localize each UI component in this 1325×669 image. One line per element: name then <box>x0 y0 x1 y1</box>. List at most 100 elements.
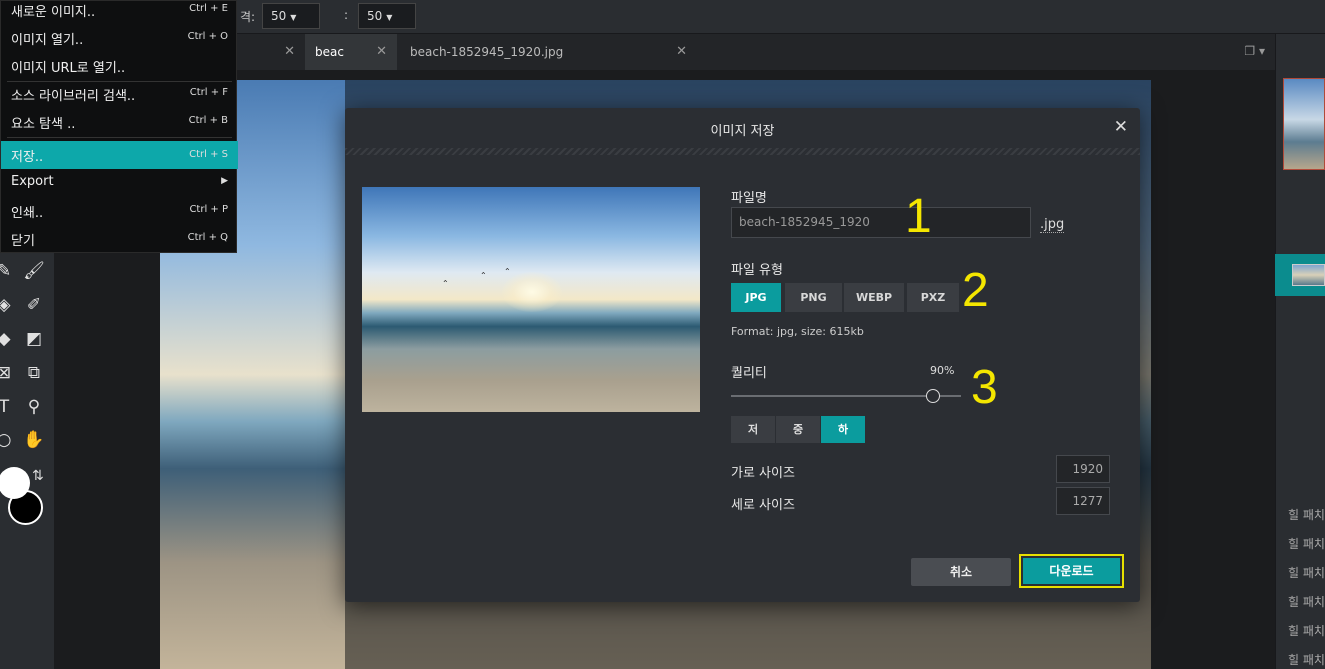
height-label: 세로 사이즈 <box>731 498 795 513</box>
width-label: 가로 사이즈 <box>731 466 795 481</box>
pencil-icon[interactable]: ✎ <box>0 259 16 283</box>
menu-item-save[interactable]: 저장.. Ctrl + S <box>1 141 238 169</box>
option-select-1[interactable]: 50 ▼ <box>262 3 320 29</box>
close-icon[interactable]: ✕ <box>376 34 387 70</box>
chevron-down-icon: ▼ <box>386 13 393 22</box>
close-icon[interactable]: ✕ <box>676 34 687 70</box>
image-preview: ⌃ ⌃ ⌃ <box>362 187 700 412</box>
history-item[interactable]: 힐 패치 <box>1288 651 1325 668</box>
menu-item-label: 닫기 <box>11 234 35 249</box>
menu-item-label: 이미지 URL로 열기.. <box>11 61 126 76</box>
quality-value: 90% <box>930 364 955 377</box>
menu-item-new-image[interactable]: 새로운 이미지.. Ctrl + E <box>1 0 238 23</box>
clone-icon[interactable]: ⧉ <box>22 361 46 385</box>
annotation-number: 2 <box>962 264 989 317</box>
quality-label: 퀄리티 <box>731 366 767 381</box>
menu-item-shortcut: Ctrl + E <box>189 3 228 14</box>
menu-item-export[interactable]: Export ▶ <box>1 170 238 196</box>
filetype-pxz-button[interactable]: PXZ <box>907 283 959 312</box>
eraser-icon[interactable]: ◈ <box>0 293 16 317</box>
chevron-down-icon: ▼ <box>290 13 297 22</box>
menu-item-shortcut: Ctrl + S <box>189 149 228 160</box>
menu-item-close[interactable]: 닫기 Ctrl + Q <box>1 226 238 252</box>
save-image-dialog: 이미지 저장 ✕ ⌃ ⌃ ⌃ 파일명 beach-1852945_1920 .j… <box>345 108 1140 602</box>
menu-item-label: 이미지 열기.. <box>11 33 84 48</box>
bucket-icon[interactable]: ◆ <box>0 327 16 351</box>
menu-separator <box>7 137 232 138</box>
history-item[interactable]: 힐 패치 <box>1288 506 1325 523</box>
download-button[interactable]: 다운로드 <box>1023 558 1120 584</box>
navigator-thumbnail[interactable] <box>1283 78 1325 170</box>
filetype-png-button[interactable]: PNG <box>785 283 842 312</box>
menu-item-shortcut: Ctrl + P <box>189 204 228 215</box>
filetype-label: 파일 유형 <box>731 263 783 278</box>
close-icon[interactable]: ✕ <box>284 34 295 70</box>
file-menu: 새로운 이미지.. Ctrl + E 이미지 열기.. Ctrl + O 이미지… <box>0 0 238 253</box>
menu-item-print[interactable]: 인쇄.. Ctrl + P <box>1 198 238 224</box>
menu-item-label: 요소 탐색 .. <box>11 117 76 132</box>
document-tabs: ✕ beac ✕ beach-1852945_1920.jpg ✕ ❐ ▾ <box>237 34 1275 70</box>
layer-thumbnail <box>1292 264 1325 286</box>
menu-item-browse-elements[interactable]: 요소 탐색 .. Ctrl + B <box>1 109 238 135</box>
chevron-right-icon: ▶ <box>221 176 228 186</box>
menu-item-shortcut: Ctrl + B <box>188 115 228 126</box>
dialog-title: 이미지 저장 <box>710 124 775 139</box>
history-item[interactable]: 힐 패치 <box>1288 622 1325 639</box>
swap-colors-icon[interactable]: ⇅ <box>32 468 44 484</box>
hand-icon[interactable]: ✋ <box>22 428 46 452</box>
eyedropper-icon[interactable]: ⚲ <box>22 395 46 419</box>
text-icon[interactable]: T <box>0 395 16 419</box>
dialog-header: 이미지 저장 ✕ <box>345 108 1140 148</box>
option-select-value: 50 <box>367 9 383 23</box>
close-icon[interactable]: ✕ <box>1114 117 1128 137</box>
menu-item-search-library[interactable]: 소스 라이브러리 검색.. Ctrl + F <box>1 81 238 107</box>
history-item[interactable]: 힐 패치 <box>1288 535 1325 552</box>
quality-medium-button[interactable]: 중 <box>776 416 820 443</box>
menu-item-label: 저장.. <box>11 150 44 165</box>
quality-low-button[interactable]: 저 <box>731 416 775 443</box>
filetype-jpg-button[interactable]: JPG <box>731 283 781 312</box>
window-layout-icon[interactable]: ❐ ▾ <box>1244 44 1265 58</box>
filename-input[interactable]: beach-1852945_1920 <box>731 207 1031 238</box>
menu-item-label: 소스 라이브러리 검색.. <box>11 89 136 104</box>
preview-sun <box>502 272 562 312</box>
shape-icon[interactable]: ⊠ <box>0 361 16 385</box>
file-extension: .jpg <box>1040 217 1065 233</box>
width-input[interactable]: 1920 <box>1056 455 1110 483</box>
tab-document-3[interactable]: beach-1852945_1920.jpg ✕ <box>400 34 697 70</box>
cancel-button[interactable]: 취소 <box>911 558 1011 586</box>
brush-icon[interactable]: 🖌 <box>22 259 46 283</box>
annotation-number: 3 <box>971 361 998 414</box>
header-divider <box>345 148 1140 155</box>
bird-icon: ⌃ <box>480 271 487 280</box>
tab-document-1[interactable]: ✕ <box>237 34 305 70</box>
tab-document-2[interactable]: beac ✕ <box>305 34 397 70</box>
option-select-2[interactable]: 50 ▼ <box>358 3 416 29</box>
quality-slider-handle[interactable] <box>926 389 940 403</box>
filename-label: 파일명 <box>731 191 767 206</box>
bird-icon: ⌃ <box>442 279 449 288</box>
tab-label: beach-1852945_1920.jpg <box>410 45 564 59</box>
menu-item-label: Export <box>11 174 54 189</box>
menu-item-shortcut: Ctrl + O <box>187 31 228 42</box>
quality-high-button[interactable]: 하 <box>821 416 865 443</box>
menu-item-shortcut: Ctrl + F <box>189 87 228 98</box>
history-item[interactable]: 힐 패치 <box>1288 564 1325 581</box>
format-info: Format: jpg, size: 615kb <box>731 325 864 338</box>
menu-item-label: 새로운 이미지.. <box>11 5 96 20</box>
smudge-icon[interactable]: ✐ <box>22 293 46 317</box>
option-select-value: 50 <box>271 9 287 23</box>
option-label-2: : <box>344 8 349 22</box>
height-input[interactable]: 1277 <box>1056 487 1110 515</box>
download-button-highlight: 다운로드 <box>1019 554 1124 588</box>
tab-label: beac <box>315 45 344 59</box>
annotation-number: 1 <box>905 190 932 243</box>
menu-item-open-url[interactable]: 이미지 URL로 열기.. <box>1 53 238 79</box>
menu-item-open-image[interactable]: 이미지 열기.. Ctrl + O <box>1 25 238 51</box>
gradient-icon[interactable]: ◩ <box>22 327 46 351</box>
history-item[interactable]: 힐 패치 <box>1288 593 1325 610</box>
option-label: 격: <box>240 10 256 24</box>
menu-item-label: 인쇄.. <box>11 206 44 221</box>
filetype-webp-button[interactable]: WEBP <box>844 283 904 312</box>
zoom-icon[interactable]: ○ <box>0 428 16 452</box>
